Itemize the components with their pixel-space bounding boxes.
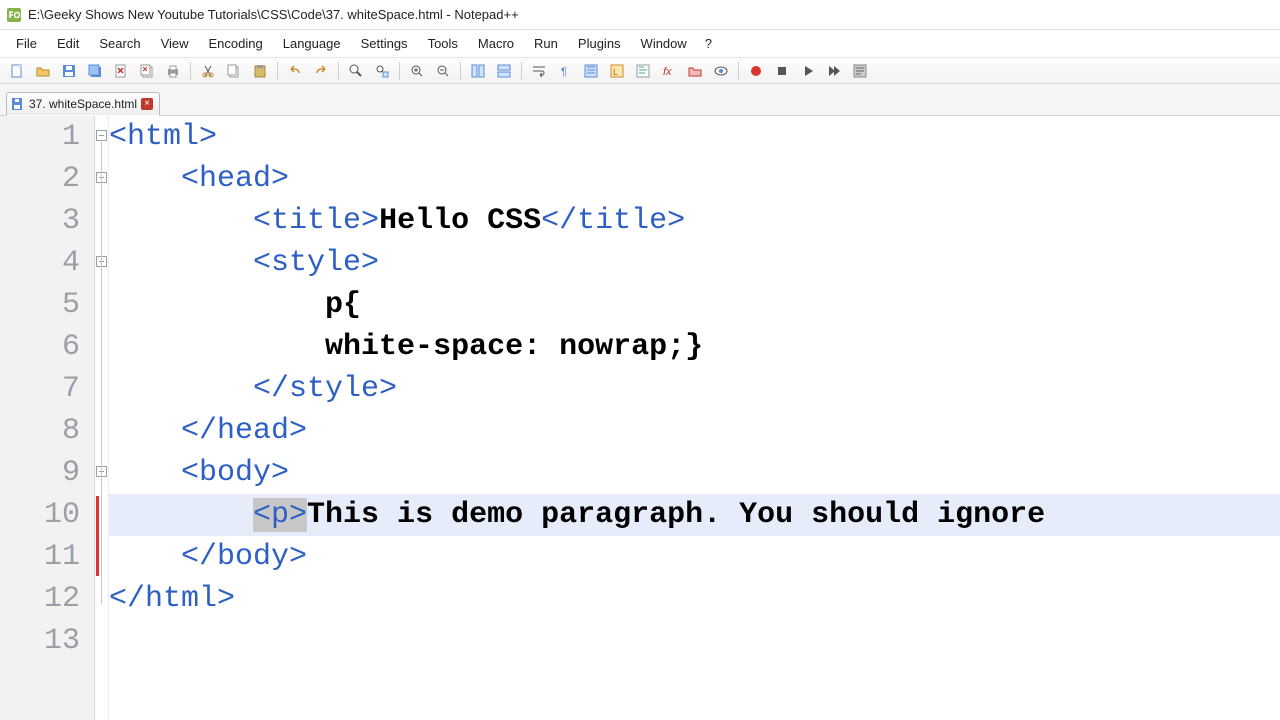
svg-text:fx: fx <box>663 66 672 78</box>
menu-plugins[interactable]: Plugins <box>568 33 631 54</box>
redo-icon[interactable] <box>310 61 332 81</box>
save-icon[interactable] <box>58 61 80 81</box>
menu-language[interactable]: Language <box>273 33 351 54</box>
code-line[interactable]: <head> <box>109 158 1280 200</box>
sync-horizontal-icon[interactable] <box>493 61 515 81</box>
fold-marker-icon[interactable] <box>96 130 107 141</box>
menu-encoding[interactable]: Encoding <box>199 33 273 54</box>
tab-label: 37. whiteSpace.html <box>29 97 137 111</box>
toolbar-separator <box>521 62 522 80</box>
line-number: 11 <box>0 536 80 578</box>
code-line[interactable]: </head> <box>109 410 1280 452</box>
line-number: 13 <box>0 620 80 662</box>
menu-window[interactable]: Window <box>631 33 697 54</box>
line-number: 3 <box>0 200 80 242</box>
menu-file[interactable]: File <box>6 33 47 54</box>
line-number: 1 <box>0 116 80 158</box>
menu-search[interactable]: Search <box>89 33 150 54</box>
menu-tools[interactable]: Tools <box>418 33 468 54</box>
code-line[interactable]: <html> <box>109 116 1280 158</box>
menu-edit[interactable]: Edit <box>47 33 89 54</box>
close-all-icon[interactable] <box>136 61 158 81</box>
paste-icon[interactable] <box>249 61 271 81</box>
cut-icon[interactable] <box>197 61 219 81</box>
editor: 12345678910111213 <html> <head> <title>H… <box>0 116 1280 720</box>
find-replace-icon[interactable] <box>371 61 393 81</box>
file-tab[interactable]: 37. whiteSpace.html × <box>6 92 160 116</box>
line-number: 9 <box>0 452 80 494</box>
menu-macro[interactable]: Macro <box>468 33 524 54</box>
print-icon[interactable] <box>162 61 184 81</box>
code-area[interactable]: <html> <head> <title>Hello CSS</title> <… <box>109 116 1280 720</box>
file-tab-icon <box>11 97 25 111</box>
open-file-icon[interactable] <box>32 61 54 81</box>
code-line[interactable]: p{ <box>109 284 1280 326</box>
code-line[interactable]: <title>Hello CSS</title> <box>109 200 1280 242</box>
titlebar: E:\Geeky Shows New Youtube Tutorials\CSS… <box>0 0 1280 30</box>
monitor-icon[interactable] <box>710 61 732 81</box>
line-number: 2 <box>0 158 80 200</box>
line-number: 5 <box>0 284 80 326</box>
user-lang-icon[interactable]: L <box>606 61 628 81</box>
toolbar-separator <box>338 62 339 80</box>
code-line[interactable] <box>109 620 1280 662</box>
app-icon <box>6 7 22 23</box>
code-line[interactable]: </body> <box>109 536 1280 578</box>
code-line[interactable]: white-space: nowrap;} <box>109 326 1280 368</box>
function-list-icon[interactable]: fx <box>658 61 680 81</box>
folder-icon[interactable] <box>684 61 706 81</box>
menu-view[interactable]: View <box>151 33 199 54</box>
fold-column[interactable] <box>95 116 109 720</box>
line-number-gutter: 12345678910111213 <box>0 116 95 720</box>
toolbar-separator <box>738 62 739 80</box>
toolbar-separator <box>190 62 191 80</box>
play-multi-macro-icon[interactable] <box>823 61 845 81</box>
copy-icon[interactable] <box>223 61 245 81</box>
code-line[interactable]: </html> <box>109 578 1280 620</box>
toolbar-separator <box>277 62 278 80</box>
play-macro-icon[interactable] <box>797 61 819 81</box>
save-macro-icon[interactable] <box>849 61 871 81</box>
code-line[interactable]: <style> <box>109 242 1280 284</box>
svg-text:L: L <box>613 67 618 77</box>
stop-macro-icon[interactable] <box>771 61 793 81</box>
menubar: File Edit Search View Encoding Language … <box>0 30 1280 58</box>
code-line[interactable]: <body> <box>109 452 1280 494</box>
close-tab-icon[interactable]: × <box>141 98 153 110</box>
toolbar-separator <box>399 62 400 80</box>
line-number: 12 <box>0 578 80 620</box>
undo-icon[interactable] <box>284 61 306 81</box>
find-icon[interactable] <box>345 61 367 81</box>
wrap-icon[interactable] <box>528 61 550 81</box>
toolbar: ¶ L fx <box>0 58 1280 84</box>
line-number: 4 <box>0 242 80 284</box>
zoom-out-icon[interactable] <box>432 61 454 81</box>
indent-guide-icon[interactable] <box>580 61 602 81</box>
menu-settings[interactable]: Settings <box>351 33 418 54</box>
window-title: E:\Geeky Shows New Youtube Tutorials\CSS… <box>28 7 519 22</box>
doc-map-icon[interactable] <box>632 61 654 81</box>
record-macro-icon[interactable] <box>745 61 767 81</box>
code-line[interactable]: </style> <box>109 368 1280 410</box>
code-line[interactable]: <p>This is demo paragraph. You should ig… <box>109 494 1280 536</box>
toolbar-separator <box>460 62 461 80</box>
line-number: 7 <box>0 368 80 410</box>
line-number: 6 <box>0 326 80 368</box>
new-file-icon[interactable] <box>6 61 28 81</box>
menu-run[interactable]: Run <box>524 33 568 54</box>
save-copy-icon[interactable] <box>84 61 106 81</box>
line-number: 10 <box>0 494 80 536</box>
svg-text:¶: ¶ <box>561 66 567 78</box>
close-file-icon[interactable] <box>110 61 132 81</box>
tabstrip: 37. whiteSpace.html × <box>0 84 1280 116</box>
menu-help[interactable]: ? <box>697 33 720 54</box>
line-number: 8 <box>0 410 80 452</box>
show-symbol-icon[interactable]: ¶ <box>554 61 576 81</box>
sync-vertical-icon[interactable] <box>467 61 489 81</box>
zoom-in-icon[interactable] <box>406 61 428 81</box>
